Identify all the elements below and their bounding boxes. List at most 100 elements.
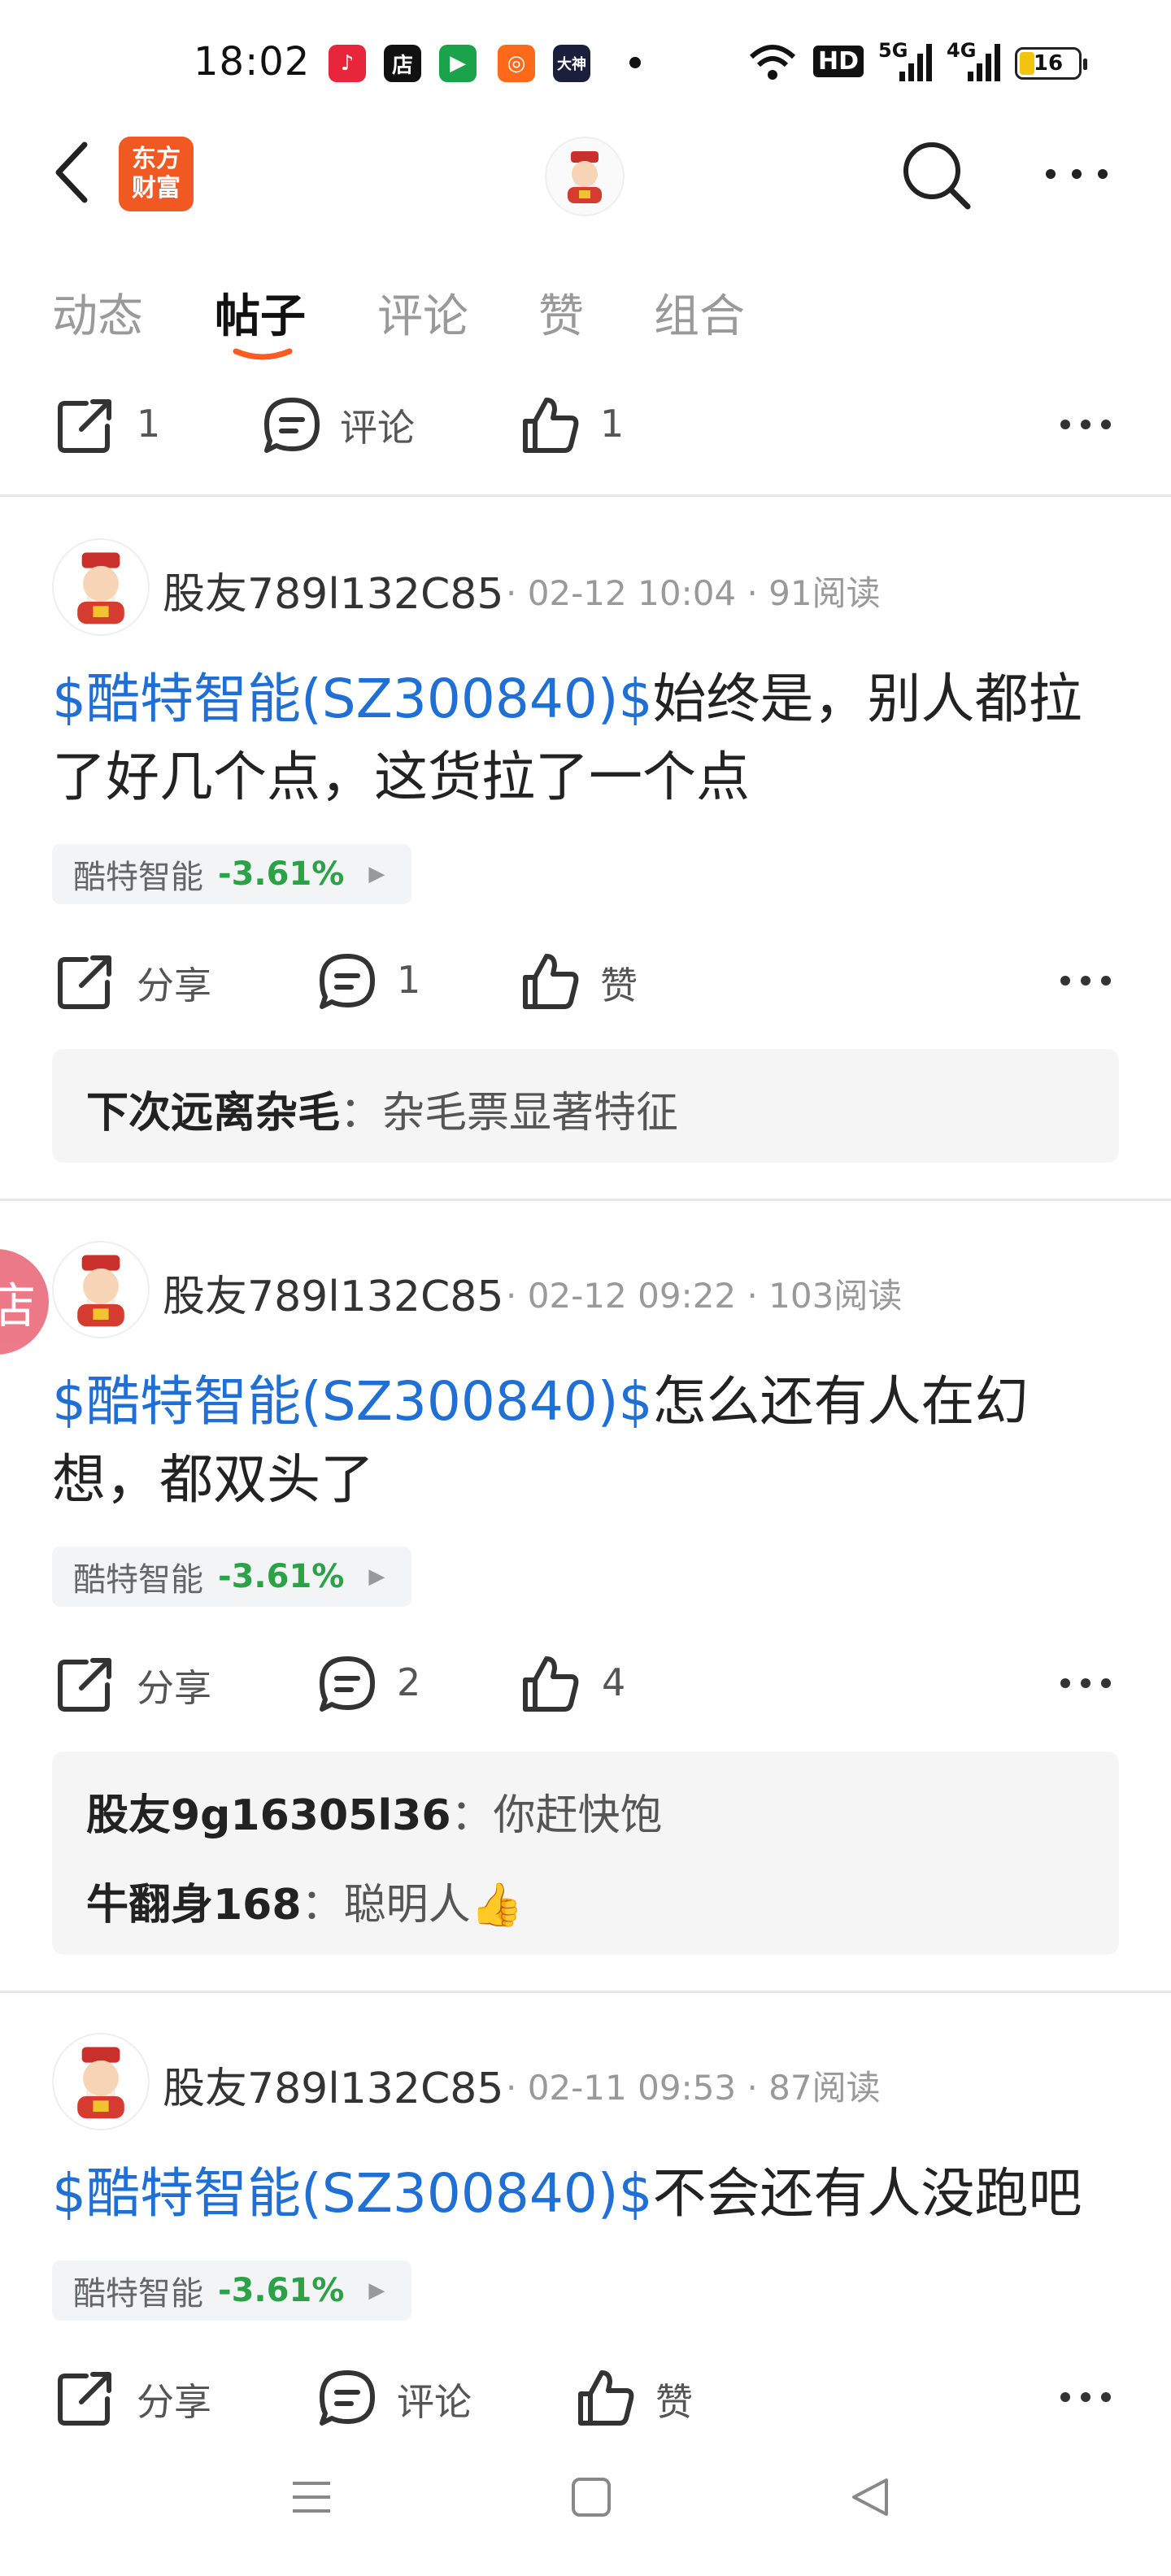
- floating-store-badge[interactable]: 店: [0, 1249, 49, 1355]
- stock-change: -3.61%: [218, 1558, 345, 1595]
- store-app-icon: 店: [384, 45, 421, 82]
- comment-count: 2: [397, 1660, 421, 1704]
- post-username[interactable]: 股友789l132C85: [163, 559, 503, 620]
- video-app-icon: ▶: [439, 45, 477, 82]
- tab-posts[interactable]: 帖子: [215, 280, 306, 346]
- post-meta: · 02-12 10:04 · 91阅读: [506, 573, 881, 613]
- stock-change: -3.61%: [218, 2272, 345, 2309]
- tab-dynamics[interactable]: 动态: [52, 280, 143, 346]
- share-label: 分享: [137, 2380, 211, 2424]
- comment-icon[interactable]: [316, 2366, 379, 2430]
- comment-count: 1: [397, 958, 421, 1002]
- post-username[interactable]: 股友789l132C85: [163, 1262, 503, 1323]
- fortune-god-avatar-icon: [568, 151, 602, 203]
- comment-text: 杂毛票显著特征: [382, 1089, 679, 1138]
- eastmoney-logo: 东方 财富: [119, 137, 194, 211]
- post-avatar[interactable]: [52, 1241, 150, 1338]
- hd-indicator: HD: [813, 46, 864, 77]
- share-icon[interactable]: [54, 394, 117, 457]
- post-more-icon[interactable]: [1059, 418, 1112, 431]
- profile-avatar[interactable]: [545, 137, 625, 216]
- signal-5g-icon: [899, 44, 932, 81]
- share-icon[interactable]: [54, 950, 117, 1013]
- stock-name: 酷特智能: [73, 1561, 203, 1599]
- comment-author[interactable]: 牛翻身168: [86, 1881, 302, 1930]
- wifi-icon: [749, 45, 796, 80]
- menu-nav-icon[interactable]: [289, 2475, 333, 2519]
- comment-label: 评论: [340, 406, 415, 450]
- logo-line2: 财富: [132, 174, 181, 202]
- like-label: 赞: [600, 964, 638, 1007]
- back-arrow-icon[interactable]: [49, 140, 98, 205]
- stock-tag-link[interactable]: $酷特智能(SZ300840)$: [52, 1370, 653, 1433]
- share-icon[interactable]: [54, 2366, 117, 2430]
- like-icon[interactable]: [574, 2366, 638, 2430]
- share-icon[interactable]: [54, 1652, 117, 1716]
- comment-icon[interactable]: [316, 1652, 379, 1716]
- comment-text: 聪明人👍: [343, 1881, 524, 1930]
- tab-portfolio[interactable]: 组合: [654, 280, 745, 346]
- dashen-app-icon: 大神: [553, 45, 590, 82]
- post-meta: · 02-12 09:22 · 103阅读: [506, 1276, 903, 1316]
- like-icon[interactable]: [519, 950, 582, 1013]
- chevron-right-icon: ▶: [368, 1564, 385, 1589]
- post-username[interactable]: 股友789l132C85: [163, 2054, 503, 2115]
- comment-author[interactable]: 股友9g16305l36: [86, 1791, 451, 1840]
- chevron-right-icon: ▶: [368, 862, 385, 886]
- chevron-right-icon: ▶: [368, 2278, 385, 2303]
- back-nav-icon[interactable]: [849, 2475, 893, 2519]
- comment-preview-box[interactable]: 股友9g16305l36：你赶快饱 牛翻身168：聪明人👍: [52, 1751, 1119, 1955]
- stock-chip[interactable]: 酷特智能 -3.61% ▶: [52, 1547, 411, 1607]
- comment-preview-box[interactable]: 下次远离杂毛：杂毛票显著特征: [52, 1049, 1119, 1163]
- share-label: 分享: [137, 964, 211, 1007]
- battery-icon: 16: [1015, 47, 1087, 80]
- active-tab-indicator: [233, 348, 293, 360]
- stock-tag-link[interactable]: $酷特智能(SZ300840)$: [52, 668, 653, 730]
- comment-icon[interactable]: [260, 394, 324, 457]
- like-icon[interactable]: [519, 1652, 582, 1716]
- fortune-god-avatar-icon: [77, 552, 124, 624]
- post-more-icon[interactable]: [1059, 1677, 1112, 1690]
- post-divider: [0, 1199, 1171, 1201]
- comment-icon[interactable]: [316, 950, 379, 1013]
- comment-text: 你赶快饱: [493, 1791, 663, 1840]
- post-more-icon[interactable]: [1059, 974, 1112, 987]
- stock-chip[interactable]: 酷特智能 -3.61% ▶: [52, 844, 411, 904]
- music-app-icon: ♪: [329, 45, 366, 82]
- post-content[interactable]: $酷特智能(SZ300840)$怎么还有人在幻 想，都双头了: [52, 1363, 1109, 1519]
- signal-4g-icon: [968, 44, 1000, 81]
- status-time: 18:02: [194, 39, 311, 85]
- post-content[interactable]: $酷特智能(SZ300840)$不会还有人没跑吧: [52, 2155, 1109, 2233]
- home-nav-icon[interactable]: [569, 2475, 613, 2519]
- stock-tag-link[interactable]: $酷特智能(SZ300840)$: [52, 2162, 653, 2225]
- battery-level: 16: [1033, 51, 1064, 76]
- comment-preview-item: 牛翻身168：聪明人👍: [86, 1881, 524, 1930]
- kuaishou-app-icon: ◎: [498, 45, 535, 82]
- like-label: 赞: [655, 2380, 693, 2424]
- post-text-line2: 想，都双头了: [52, 1448, 374, 1511]
- post-avatar[interactable]: [52, 538, 150, 636]
- share-label: 分享: [137, 1666, 211, 1710]
- post-more-icon[interactable]: [1059, 2391, 1112, 2404]
- search-icon[interactable]: [898, 137, 974, 213]
- post-text-line1: 怎么还有人在幻: [652, 1370, 1029, 1433]
- post-avatar[interactable]: [52, 2033, 150, 2130]
- post-text-line1: 不会还有人没跑吧: [652, 2162, 1082, 2225]
- more-options-icon[interactable]: [1043, 158, 1111, 190]
- tab-likes[interactable]: 赞: [538, 280, 584, 346]
- comment-preview-item: 股友9g16305l36：你赶快饱: [86, 1791, 663, 1840]
- comment-author[interactable]: 下次远离杂毛: [86, 1089, 340, 1138]
- comment-preview-item: 下次远离杂毛：杂毛票显著特征: [86, 1089, 679, 1138]
- tab-comments[interactable]: 评论: [377, 280, 468, 346]
- post-meta: · 02-11 09:53 · 87阅读: [506, 2068, 881, 2108]
- post-text-line2: 了好几个点，这货拉了一个点: [52, 746, 750, 808]
- stock-change: -3.61%: [218, 855, 345, 893]
- share-count: 1: [137, 402, 161, 446]
- post-content[interactable]: $酷特智能(SZ300840)$始终是，别人都拉 了好几个点，这货拉了一个点: [52, 660, 1109, 816]
- stock-chip[interactable]: 酷特智能 -3.61% ▶: [52, 2261, 411, 2321]
- like-icon[interactable]: [519, 394, 582, 457]
- like-count: 4: [602, 1660, 626, 1704]
- like-count: 1: [600, 402, 625, 446]
- post-divider: [0, 1991, 1171, 1993]
- post-text-line1: 始终是，别人都拉: [652, 668, 1082, 730]
